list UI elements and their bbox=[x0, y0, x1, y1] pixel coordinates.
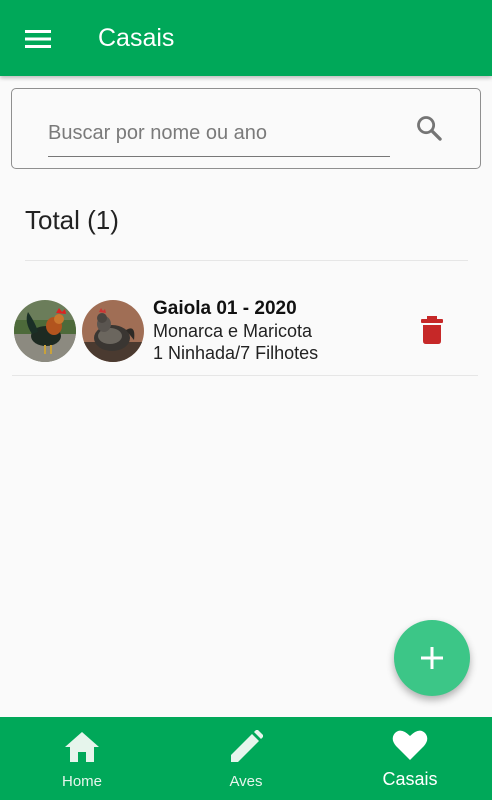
search-box bbox=[11, 88, 481, 169]
hamburger-icon bbox=[25, 30, 51, 48]
female-bird-avatar bbox=[82, 300, 144, 362]
pair-stats: 1 Ninhada/7 Filhotes bbox=[153, 343, 319, 363]
trash-icon bbox=[421, 316, 443, 344]
search-input[interactable] bbox=[48, 111, 390, 157]
nav-item-aves[interactable]: Aves bbox=[164, 717, 328, 800]
search-icon bbox=[417, 116, 442, 141]
nav-label-casais: Casais bbox=[382, 769, 438, 789]
page-title: Casais bbox=[98, 24, 175, 52]
home-icon bbox=[65, 732, 99, 762]
pair-names: Monarca e Maricota bbox=[153, 321, 313, 341]
nav-label-aves: Aves bbox=[229, 773, 263, 790]
bottom-navigation: Home Aves Casais bbox=[0, 717, 492, 800]
pair-title: Gaiola 01 - 2020 bbox=[153, 298, 297, 319]
nav-label-home: Home bbox=[61, 773, 102, 790]
total-count: Total (1) bbox=[25, 205, 119, 235]
nav-item-home[interactable]: Home bbox=[0, 717, 164, 800]
pair-info: Gaiola 01 - 2020 Monarca e Maricota 1 Ni… bbox=[153, 297, 318, 364]
list-item[interactable]: Gaiola 01 - 2020 Monarca e Maricota 1 Ni… bbox=[12, 288, 478, 376]
add-pair-button[interactable] bbox=[394, 620, 470, 696]
delete-button[interactable] bbox=[418, 315, 446, 345]
app-bar: Casais bbox=[0, 0, 492, 76]
pencil-icon bbox=[231, 730, 263, 762]
nav-item-casais[interactable]: Casais bbox=[328, 717, 492, 800]
search-button[interactable] bbox=[412, 111, 446, 145]
divider bbox=[25, 260, 468, 261]
plus-icon bbox=[421, 647, 443, 669]
menu-button[interactable] bbox=[18, 22, 58, 56]
heart-icon bbox=[392, 730, 428, 760]
male-bird-avatar bbox=[14, 300, 76, 362]
